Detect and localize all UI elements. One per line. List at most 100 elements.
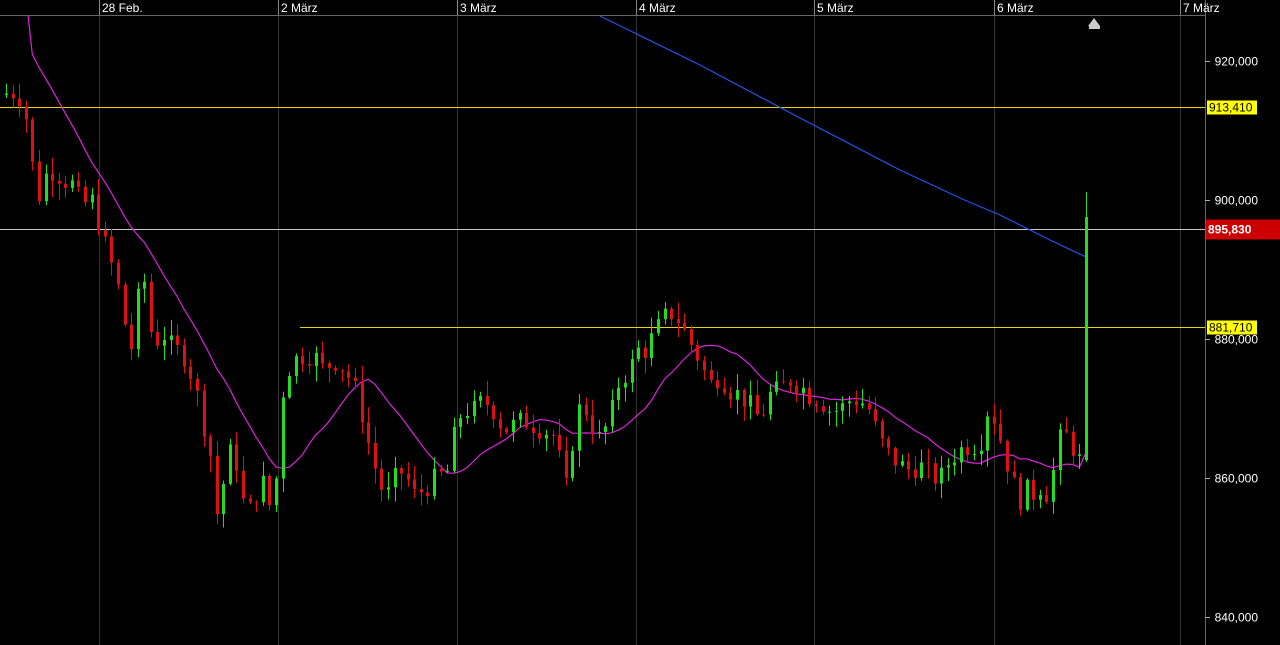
candle [1026, 478, 1029, 512]
candle-body [808, 387, 811, 405]
candle-body [473, 400, 476, 416]
candle-body [822, 406, 825, 412]
candle-body [611, 399, 614, 427]
candle-body [262, 475, 265, 503]
candle-body [585, 404, 588, 416]
candle-body [440, 468, 443, 472]
level-price-label: 881,710 [1209, 321, 1253, 335]
candle-body [894, 447, 897, 466]
candle-body [723, 388, 726, 393]
y-tick-label: 840,000 [1215, 611, 1259, 625]
candle-body [953, 462, 956, 466]
candle-body [624, 382, 627, 388]
candle-body [729, 392, 732, 400]
candle-body [749, 395, 752, 407]
x-tick-label: 3 März [460, 1, 497, 15]
candle-body [677, 319, 680, 324]
candle-body [901, 461, 904, 466]
candle-body [176, 335, 179, 346]
x-tick-label: 4 März [639, 1, 676, 15]
candle-body [934, 463, 937, 484]
candle-body [775, 381, 778, 392]
candle-body [519, 412, 522, 420]
candle-body [255, 502, 258, 504]
candle-body [295, 356, 298, 377]
candle-body [505, 428, 508, 433]
candle-body [51, 173, 54, 181]
candle-body [762, 414, 765, 416]
candle [229, 438, 232, 486]
candle-body [578, 404, 581, 451]
candle-body [789, 382, 792, 386]
candle-body [769, 391, 772, 415]
candle-body [97, 194, 100, 231]
candle-body [650, 333, 653, 358]
candle-body [664, 308, 667, 320]
candle-body [367, 422, 370, 443]
candle-body [940, 467, 943, 484]
candle-body [1039, 495, 1042, 500]
candle-body [696, 344, 699, 361]
candle-body [1052, 470, 1055, 502]
candle-body [209, 436, 212, 456]
candle-body [927, 462, 930, 464]
candle-body [920, 462, 923, 479]
candle-body [315, 352, 318, 366]
candle-body [986, 416, 989, 451]
candle-body [855, 401, 858, 406]
candle-body [222, 483, 225, 515]
candle-body [12, 93, 15, 99]
candle-body [71, 180, 74, 188]
candle-body [229, 444, 232, 484]
candle-body [380, 468, 383, 490]
candle-body [670, 308, 673, 320]
candle-body [545, 434, 548, 439]
candle-body [413, 479, 416, 489]
candle-body [203, 390, 206, 437]
candle-body [143, 281, 146, 289]
x-tick-label: 5 März [817, 1, 854, 15]
candle-body [558, 434, 561, 451]
candle-body [736, 389, 739, 400]
x-tick-label: 7 März [1183, 1, 1220, 15]
candle-body [716, 380, 719, 389]
candle-body [420, 488, 423, 493]
candle-body [1045, 495, 1048, 502]
candle-body [966, 447, 969, 456]
candle-body [710, 370, 713, 381]
candle-body [137, 288, 140, 350]
candle [571, 446, 574, 482]
candle [150, 273, 153, 338]
candle-body [163, 340, 166, 346]
candle-body [394, 467, 397, 488]
candle-body [980, 450, 983, 455]
candle-body [124, 284, 127, 325]
candle-body [973, 454, 976, 456]
candle-body [91, 194, 94, 203]
candle-body [374, 442, 377, 469]
candle-body [848, 401, 851, 404]
candle-body [914, 469, 917, 479]
candle [282, 391, 285, 493]
candle-body [743, 389, 746, 407]
x-tick-label: 2 März [281, 1, 318, 15]
candle-body [183, 345, 186, 367]
candle-body [150, 281, 153, 333]
candle-body [341, 370, 344, 372]
candle [1085, 192, 1088, 462]
candle-body [538, 432, 541, 439]
price-chart[interactable]: 28 Feb. 2 März 3 März 4 März 5 März 6 März 7 M… [0, 0, 1280, 645]
candle-body [598, 432, 601, 434]
candle-body [881, 421, 884, 439]
candle-body [874, 409, 877, 422]
candle-body [321, 352, 324, 364]
candle-body [400, 467, 403, 474]
candle-body [631, 359, 634, 383]
candle-body [868, 403, 871, 410]
candle-body [1019, 477, 1022, 510]
candle-body [815, 404, 818, 407]
candle-body [907, 461, 910, 470]
candle-body [249, 498, 252, 503]
candle-body [110, 236, 113, 263]
candle-body [828, 411, 831, 413]
